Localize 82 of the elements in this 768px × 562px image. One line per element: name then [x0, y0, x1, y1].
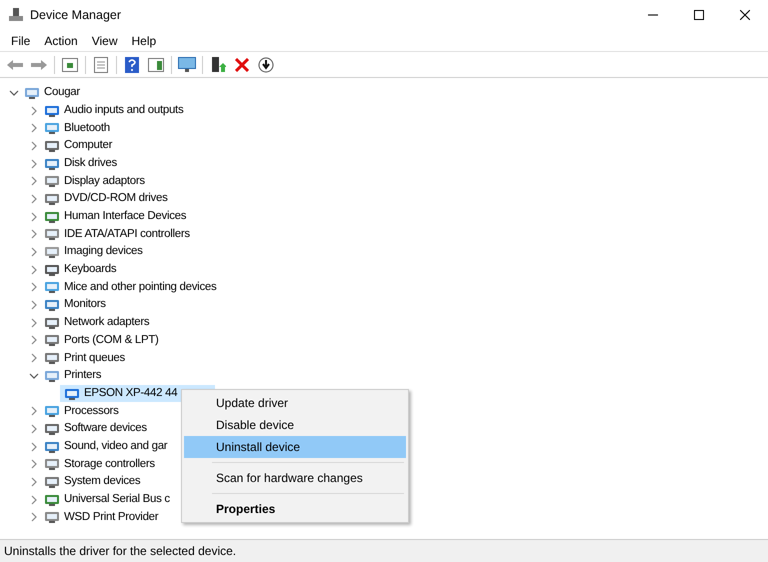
expand-chevron-icon[interactable] — [29, 494, 39, 505]
expand-chevron-icon[interactable] — [29, 353, 39, 364]
expand-chevron-icon[interactable] — [29, 247, 39, 258]
expand-chevron-icon[interactable] — [29, 442, 39, 452]
tree-item[interactable]: Monitors — [40, 296, 108, 314]
expand-chevron-icon[interactable] — [29, 300, 39, 310]
tree-item[interactable]: Disk drives — [40, 155, 119, 172]
tree-item[interactable]: Network adapters — [40, 314, 152, 332]
status-bar: Uninstalls the driver for the selected device. — [0, 540, 768, 562]
device-icon — [44, 297, 60, 314]
expand-chevron-icon[interactable] — [29, 176, 39, 186]
tree-item[interactable]: Mice and other pointing devices — [40, 278, 218, 296]
close-icon — [740, 10, 750, 20]
expand-chevron-icon[interactable] — [29, 229, 39, 240]
app-icon — [8, 7, 24, 23]
forward-arrow-icon[interactable] — [30, 58, 48, 70]
collapse-chevron-icon[interactable] — [9, 88, 19, 98]
tree-item[interactable]: Human Interface Devices — [40, 208, 188, 226]
expand-chevron-icon[interactable] — [29, 264, 39, 275]
tree-item[interactable]: Software devices — [40, 420, 149, 438]
expand-chevron-icon[interactable] — [29, 335, 39, 346]
device-icon — [44, 403, 60, 420]
tree-item[interactable]: Keyboards — [40, 261, 118, 278]
tree-item[interactable]: Cougar — [20, 84, 82, 102]
tree-item[interactable]: IDE ATA/ATAPI controllers — [40, 226, 192, 243]
expand-chevron-icon[interactable] — [29, 106, 39, 116]
expand-chevron-icon[interactable] — [29, 140, 39, 151]
tree-item[interactable]: Display adaptors — [40, 172, 147, 190]
device-icon — [44, 173, 60, 190]
expand-chevron-icon[interactable] — [29, 424, 39, 434]
device-icon — [44, 226, 60, 242]
scan-monitor-icon[interactable] — [178, 56, 196, 72]
tree-item[interactable]: Imaging devices — [40, 244, 145, 261]
tree-item[interactable]: Computer — [40, 137, 114, 154]
context-menu-item[interactable]: Properties — [184, 498, 406, 520]
properties-sheet-icon[interactable] — [94, 56, 108, 72]
tree-item[interactable]: Bluetooth — [40, 120, 112, 137]
device-icon — [44, 279, 60, 296]
device-icon — [44, 509, 60, 526]
context-menu-item[interactable]: Scan for hardware changes — [184, 467, 406, 489]
tree-item[interactable]: Processors — [40, 402, 121, 420]
context-menu-item[interactable]: Disable device — [184, 414, 406, 436]
tree-item[interactable]: WSD Print Provider — [40, 508, 160, 526]
expand-chevron-icon[interactable] — [29, 123, 39, 134]
uninstall-x-icon[interactable] — [235, 58, 249, 72]
console-tree-icon[interactable] — [62, 58, 78, 72]
menu-item[interactable]: Action — [37, 32, 85, 50]
context-menu-item[interactable]: Uninstall device — [184, 436, 406, 458]
expand-chevron-icon[interactable] — [29, 212, 39, 222]
device-icon — [44, 332, 60, 348]
expand-chevron-icon[interactable] — [29, 512, 39, 522]
tree-item[interactable]: Sound, video and gar — [40, 438, 170, 456]
device-icon — [44, 244, 60, 260]
device-icon — [44, 350, 60, 366]
device-icon — [44, 456, 60, 472]
expand-chevron-icon[interactable] — [29, 318, 39, 328]
tree-item[interactable]: System devices — [40, 473, 142, 490]
menu-item[interactable]: Help — [124, 32, 164, 50]
menu-item[interactable]: View — [84, 32, 124, 50]
maximize-icon — [694, 10, 704, 20]
expand-chevron-icon[interactable] — [29, 476, 39, 487]
expand-chevron-icon[interactable] — [29, 406, 39, 416]
tree-item[interactable]: Storage controllers — [40, 456, 157, 473]
expand-chevron-icon[interactable] — [29, 158, 39, 169]
help-icon[interactable] — [125, 56, 139, 72]
menu-item[interactable]: File — [4, 32, 38, 50]
collapse-chevron-icon[interactable] — [29, 370, 39, 381]
window-title: Device Manager — [30, 6, 122, 24]
update-driver-icon[interactable] — [210, 56, 226, 74]
action-pane-icon[interactable] — [148, 58, 164, 72]
tree-item[interactable]: Ports (COM & LPT) — [40, 332, 161, 349]
tree-item[interactable]: Printers — [40, 367, 104, 384]
device-icon — [44, 120, 60, 136]
expand-chevron-icon[interactable] — [29, 194, 39, 204]
tree-item[interactable]: DVD/CD-ROM drives — [40, 190, 170, 208]
tree-item[interactable]: Audio inputs and outputs — [40, 102, 186, 120]
expand-chevron-icon[interactable] — [29, 459, 39, 470]
download-circle-icon[interactable] — [258, 56, 274, 72]
tree-item[interactable]: Universal Serial Bus c — [40, 491, 172, 508]
back-arrow-icon[interactable] — [6, 58, 24, 70]
tree-item[interactable]: Print queues — [40, 350, 127, 367]
expand-chevron-icon[interactable] — [29, 282, 39, 292]
